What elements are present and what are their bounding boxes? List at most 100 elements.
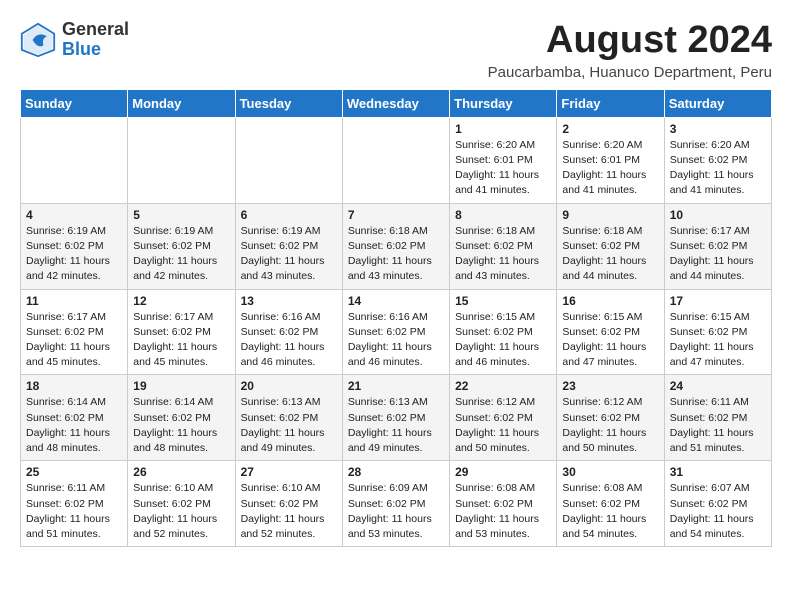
calendar-cell: 18Sunrise: 6:14 AM Sunset: 6:02 PM Dayli…	[21, 375, 128, 461]
cell-info: Sunrise: 6:16 AM Sunset: 6:02 PM Dayligh…	[348, 310, 445, 371]
calendar-cell: 13 Sunrise: 6:16 AM Sunset: 6:02 PM Dayli…	[235, 289, 342, 375]
header: General Blue August 2024 Paucarbamba, Hu…	[20, 20, 772, 81]
cell-info: Sunrise: 6:15 AM Sunset: 6:02 PM Dayligh…	[562, 310, 659, 371]
calendar-cell: 31 Sunrise: 6:07 AM Sunset: 6:02 PM Dayli…	[664, 461, 771, 547]
cell-info: Sunrise: 6:18 AM Sunset: 6:02 PM Dayligh…	[348, 224, 445, 285]
cell-info: Sunrise: 6:20 AM Sunset: 6:01 PM Dayligh…	[455, 138, 552, 199]
cell-info: Sunrise: 6:14 AM Sunset: 6:02 PM Dayligh…	[133, 395, 230, 456]
day-number: 14	[348, 294, 445, 308]
cell-info: Sunrise: 6:13 AM Sunset: 6:02 PM Dayligh…	[241, 395, 338, 456]
calendar-cell: 22 Sunrise: 6:12 AM Sunset: 6:02 PM Dayli…	[450, 375, 557, 461]
calendar-cell: 5Sunrise: 6:19 AM Sunset: 6:02 PM Daylig…	[128, 203, 235, 289]
day-number: 10	[670, 208, 767, 222]
day-number: 4	[26, 208, 123, 222]
calendar-cell: 24 Sunrise: 6:11 AM Sunset: 6:02 PM Dayli…	[664, 375, 771, 461]
day-number: 6	[241, 208, 338, 222]
calendar-cell: 30 Sunrise: 6:08 AM Sunset: 6:02 PM Dayli…	[557, 461, 664, 547]
cell-info: Sunrise: 6:11 AM Sunset: 6:02 PM Dayligh…	[26, 481, 123, 542]
calendar-cell: 23 Sunrise: 6:12 AM Sunset: 6:02 PM Dayli…	[557, 375, 664, 461]
cell-info: Sunrise: 6:17 AM Sunset: 6:02 PM Dayligh…	[133, 310, 230, 371]
day-number: 3	[670, 122, 767, 136]
calendar-cell: 4 Sunrise: 6:19 AM Sunset: 6:02 PM Daylig…	[21, 203, 128, 289]
day-number: 2	[562, 122, 659, 136]
cell-info: Sunrise: 6:13 AM Sunset: 6:02 PM Dayligh…	[348, 395, 445, 456]
calendar-cell: 27 Sunrise: 6:10 AM Sunset: 6:02 PM Dayli…	[235, 461, 342, 547]
day-number: 19	[133, 379, 230, 393]
day-number: 18	[26, 379, 123, 393]
calendar-cell	[21, 117, 128, 203]
weekday-header-row: SundayMondayTuesdayWednesdayThursdayFrid…	[21, 89, 772, 117]
day-number: 9	[562, 208, 659, 222]
week-row-5: 25 Sunrise: 6:11 AM Sunset: 6:02 PM Dayli…	[21, 461, 772, 547]
cell-info: Sunrise: 6:19 AM Sunset: 6:02 PM Dayligh…	[241, 224, 338, 285]
cell-info: Sunrise: 6:09 AM Sunset: 6:02 PM Dayligh…	[348, 481, 445, 542]
cell-info: Sunrise: 6:20 AM Sunset: 6:02 PM Dayligh…	[670, 138, 767, 199]
cell-info: Sunrise: 6:15 AM Sunset: 6:02 PM Dayligh…	[670, 310, 767, 371]
calendar-cell: 19 Sunrise: 6:14 AM Sunset: 6:02 PM Dayli…	[128, 375, 235, 461]
day-number: 12	[133, 294, 230, 308]
cell-info: Sunrise: 6:15 AM Sunset: 6:02 PM Dayligh…	[455, 310, 552, 371]
day-number: 22	[455, 379, 552, 393]
calendar-cell: 10Sunrise: 6:17 AM Sunset: 6:02 PM Dayli…	[664, 203, 771, 289]
day-number: 20	[241, 379, 338, 393]
day-number: 13	[241, 294, 338, 308]
day-number: 24	[670, 379, 767, 393]
week-row-3: 11Sunrise: 6:17 AM Sunset: 6:02 PM Dayli…	[21, 289, 772, 375]
calendar-table: SundayMondayTuesdayWednesdayThursdayFrid…	[20, 89, 772, 547]
day-number: 25	[26, 465, 123, 479]
cell-info: Sunrise: 6:19 AM Sunset: 6:02 PM Dayligh…	[26, 224, 123, 285]
day-number: 31	[670, 465, 767, 479]
day-number: 30	[562, 465, 659, 479]
cell-info: Sunrise: 6:10 AM Sunset: 6:02 PM Dayligh…	[241, 481, 338, 542]
cell-info: Sunrise: 6:10 AM Sunset: 6:02 PM Dayligh…	[133, 481, 230, 542]
week-row-2: 4 Sunrise: 6:19 AM Sunset: 6:02 PM Daylig…	[21, 203, 772, 289]
calendar-cell: 8Sunrise: 6:18 AM Sunset: 6:02 PM Daylig…	[450, 203, 557, 289]
cell-info: Sunrise: 6:12 AM Sunset: 6:02 PM Dayligh…	[455, 395, 552, 456]
calendar-cell: 7Sunrise: 6:18 AM Sunset: 6:02 PM Daylig…	[342, 203, 449, 289]
weekday-header-friday: Friday	[557, 89, 664, 117]
calendar-cell: 3 Sunrise: 6:20 AM Sunset: 6:02 PM Daylig…	[664, 117, 771, 203]
weekday-header-thursday: Thursday	[450, 89, 557, 117]
day-number: 23	[562, 379, 659, 393]
logo: General Blue	[20, 20, 129, 60]
day-number: 27	[241, 465, 338, 479]
calendar-cell: 15Sunrise: 6:15 AM Sunset: 6:02 PM Dayli…	[450, 289, 557, 375]
calendar-cell: 26 Sunrise: 6:10 AM Sunset: 6:02 PM Dayli…	[128, 461, 235, 547]
day-number: 29	[455, 465, 552, 479]
calendar-cell: 1 Sunrise: 6:20 AM Sunset: 6:01 PM Daylig…	[450, 117, 557, 203]
weekday-header-wednesday: Wednesday	[342, 89, 449, 117]
calendar-cell: 17 Sunrise: 6:15 AM Sunset: 6:02 PM Dayli…	[664, 289, 771, 375]
cell-info: Sunrise: 6:07 AM Sunset: 6:02 PM Dayligh…	[670, 481, 767, 542]
weekday-header-monday: Monday	[128, 89, 235, 117]
day-number: 28	[348, 465, 445, 479]
title-block: August 2024 Paucarbamba, Huanuco Departm…	[488, 20, 772, 81]
weekday-header-saturday: Saturday	[664, 89, 771, 117]
calendar-cell: 9 Sunrise: 6:18 AM Sunset: 6:02 PM Daylig…	[557, 203, 664, 289]
calendar-cell	[128, 117, 235, 203]
cell-info: Sunrise: 6:11 AM Sunset: 6:02 PM Dayligh…	[670, 395, 767, 456]
day-number: 1	[455, 122, 552, 136]
cell-info: Sunrise: 6:17 AM Sunset: 6:02 PM Dayligh…	[26, 310, 123, 371]
calendar-cell: 14 Sunrise: 6:16 AM Sunset: 6:02 PM Dayli…	[342, 289, 449, 375]
location: Paucarbamba, Huanuco Department, Peru	[488, 64, 772, 81]
cell-info: Sunrise: 6:16 AM Sunset: 6:02 PM Dayligh…	[241, 310, 338, 371]
weekday-header-tuesday: Tuesday	[235, 89, 342, 117]
day-number: 21	[348, 379, 445, 393]
weekday-header-sunday: Sunday	[21, 89, 128, 117]
month-year: August 2024	[488, 20, 772, 62]
day-number: 17	[670, 294, 767, 308]
page: General Blue August 2024 Paucarbamba, Hu…	[0, 0, 792, 557]
cell-info: Sunrise: 6:20 AM Sunset: 6:01 PM Dayligh…	[562, 138, 659, 199]
cell-info: Sunrise: 6:18 AM Sunset: 6:02 PM Dayligh…	[455, 224, 552, 285]
cell-info: Sunrise: 6:08 AM Sunset: 6:02 PM Dayligh…	[562, 481, 659, 542]
cell-info: Sunrise: 6:12 AM Sunset: 6:02 PM Dayligh…	[562, 395, 659, 456]
logo-text: General Blue	[62, 20, 129, 60]
calendar-cell: 2 Sunrise: 6:20 AM Sunset: 6:01 PM Daylig…	[557, 117, 664, 203]
calendar-cell: 12 Sunrise: 6:17 AM Sunset: 6:02 PM Dayli…	[128, 289, 235, 375]
cell-info: Sunrise: 6:18 AM Sunset: 6:02 PM Dayligh…	[562, 224, 659, 285]
calendar-cell: 16Sunrise: 6:15 AM Sunset: 6:02 PM Dayli…	[557, 289, 664, 375]
calendar-cell: 21 Sunrise: 6:13 AM Sunset: 6:02 PM Dayli…	[342, 375, 449, 461]
day-number: 5	[133, 208, 230, 222]
day-number: 26	[133, 465, 230, 479]
logo-icon	[20, 22, 56, 58]
